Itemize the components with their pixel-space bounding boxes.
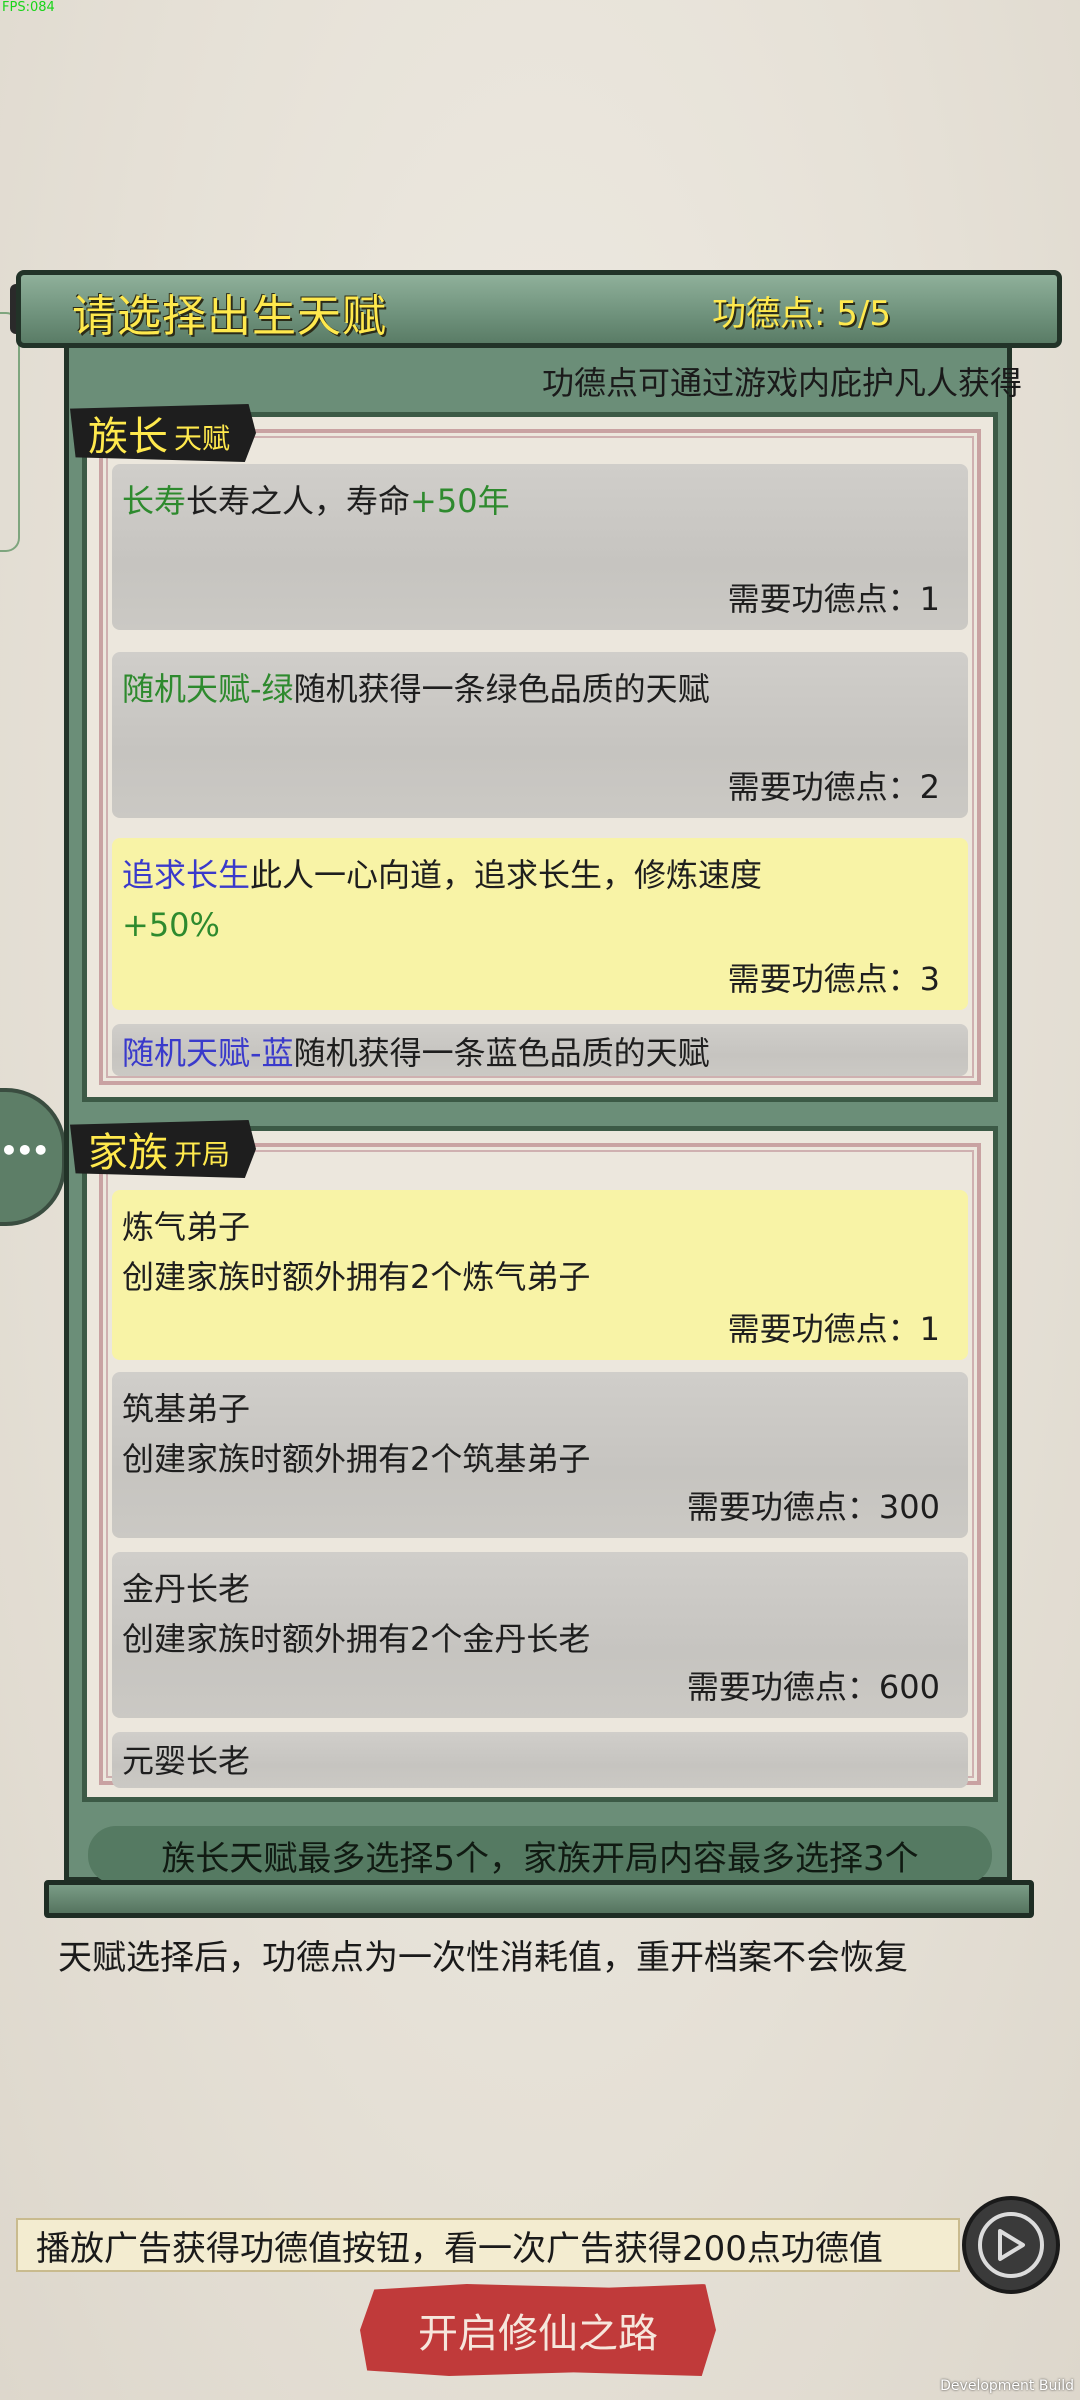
family-item-name: 炼气弟子 xyxy=(122,1208,251,1246)
more-dots-icon: ••• xyxy=(0,1134,50,1167)
section-tag-family: 家族 开局 xyxy=(70,1120,257,1178)
family-item-desc: 创建家族时额外拥有2个炼气弟子 xyxy=(122,1258,591,1296)
selection-limit-note: 族长天赋最多选择5个，家族开局内容最多选择3个 xyxy=(88,1826,992,1884)
page-title: 请选择出生天赋 xyxy=(72,291,387,342)
talent-bonus: +50% xyxy=(122,906,220,944)
ad-reward-bar[interactable]: 播放广告获得功德值按钮，看一次广告获得200点功德值 xyxy=(16,2218,960,2272)
talent-cost: 需要功德点：3 xyxy=(727,960,940,998)
fps-counter: FPS:084 xyxy=(2,0,55,15)
section-tag-subtitle: 天赋 xyxy=(174,422,231,455)
talent-cost: 需要功德点：1 xyxy=(727,580,940,618)
left-edge-tab[interactable] xyxy=(0,312,20,552)
family-card-foundation-disciples[interactable]: 筑基弟子创建家族时额外拥有2个筑基弟子 需要功德点：300 xyxy=(112,1372,968,1538)
talent-desc: 此人一心向道，追求长生，修炼速度 xyxy=(250,856,763,894)
family-item-cost: 需要功德点：1 xyxy=(727,1310,940,1348)
family-card-qi-disciples[interactable]: 炼气弟子创建家族时额外拥有2个炼气弟子 需要功德点：1 xyxy=(112,1190,968,1360)
talent-cost: 需要功德点：2 xyxy=(727,768,940,806)
family-item-desc: 创建家族时额外拥有2个筑基弟子 xyxy=(122,1440,591,1478)
talent-name: 随机天赋-绿 xyxy=(122,670,294,708)
start-cultivation-button[interactable]: 开启修仙之路 xyxy=(360,2284,716,2376)
section-tag-title: 家族 xyxy=(88,1130,168,1176)
talent-card-seek-immortality[interactable]: 追求长生此人一心向道，追求长生，修炼速度 +50% 需要功德点：3 xyxy=(112,838,968,1010)
watch-ad-button[interactable] xyxy=(962,2196,1060,2294)
section-tag-subtitle: 开局 xyxy=(174,1138,231,1171)
scroll-bottom-rod xyxy=(44,1880,1034,1918)
family-item-cost: 需要功德点：600 xyxy=(686,1668,940,1706)
family-card-golden-core-elders[interactable]: 金丹长老创建家族时额外拥有2个金丹长老 需要功德点：600 xyxy=(112,1552,968,1718)
section-tag-leader: 族长 天赋 xyxy=(70,404,257,462)
family-item-name: 金丹长老 xyxy=(122,1570,251,1608)
talent-name: 追求长生 xyxy=(122,856,251,894)
merit-warning: 天赋选择后，功德点为一次性消耗值，重开档案不会恢复 xyxy=(58,1938,908,1978)
merit-note: 功德点可通过游戏内庇护凡人获得 xyxy=(541,364,1022,402)
talent-card-longevity[interactable]: 长寿长寿之人，寿命+50年 需要功德点：1 xyxy=(112,464,968,630)
family-item-name: 元婴长老 xyxy=(122,1742,251,1780)
talent-name: 随机天赋-蓝 xyxy=(122,1034,294,1072)
merit-points-counter: 功德点: 5/5 xyxy=(712,294,891,334)
family-item-desc: 创建家族时额外拥有2个金丹长老 xyxy=(122,1620,591,1658)
family-card-nascent-soul-elders[interactable]: 元婴长老 xyxy=(112,1732,968,1788)
talent-desc: 长寿之人，寿命 xyxy=(186,482,411,520)
family-item-cost: 需要功德点：300 xyxy=(686,1488,940,1526)
family-item-name: 筑基弟子 xyxy=(122,1390,251,1428)
section-tag-title: 族长 xyxy=(88,414,168,460)
talent-card-random-green[interactable]: 随机天赋-绿随机获得一条绿色品质的天赋 需要功德点：2 xyxy=(112,652,968,818)
talent-bonus: +50年 xyxy=(410,482,510,520)
development-build-label: Development Build xyxy=(940,2378,1074,2394)
talent-card-random-blue[interactable]: 随机天赋-蓝随机获得一条蓝色品质的天赋 xyxy=(112,1024,968,1076)
talent-desc: 随机获得一条蓝色品质的天赋 xyxy=(293,1034,710,1072)
talent-desc: 随机获得一条绿色品质的天赋 xyxy=(293,670,710,708)
talent-name: 长寿 xyxy=(122,482,187,520)
play-icon xyxy=(978,2212,1044,2278)
side-menu-button[interactable]: ••• xyxy=(0,1088,66,1226)
